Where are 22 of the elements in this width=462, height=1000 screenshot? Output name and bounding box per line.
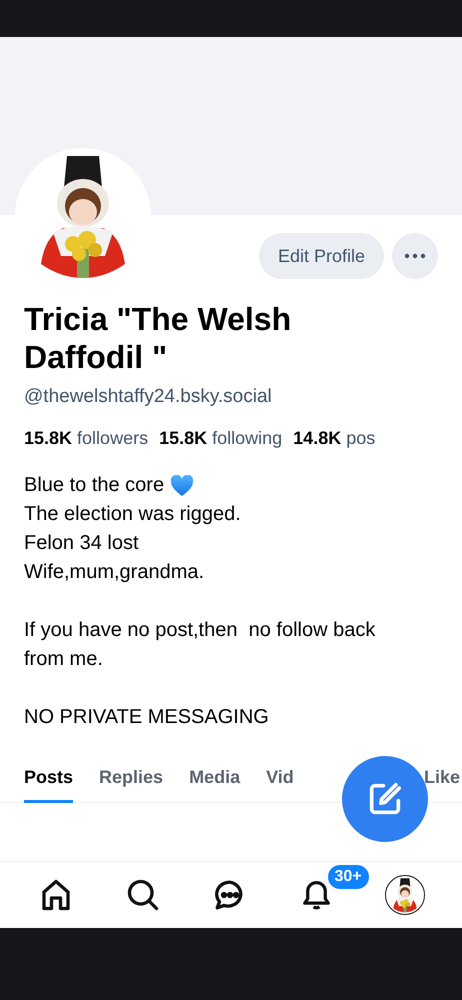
bio-text: Blue to the core bbox=[24, 473, 164, 498]
bell-icon[interactable] bbox=[302, 878, 330, 912]
bio-text: The election was rigged. bbox=[24, 502, 242, 527]
profile-tab[interactable]: Media bbox=[189, 759, 240, 803]
profile-tab[interactable]: Vid bbox=[266, 759, 294, 803]
profile-tab[interactable]: Replies bbox=[99, 759, 164, 803]
edit-profile-button[interactable]: Edit Profile bbox=[258, 233, 384, 279]
stat-link[interactable]: 15.8K followers bbox=[24, 428, 148, 449]
profile-handle: @thewelshtaffy24.bsky.social bbox=[24, 386, 273, 408]
bio-text: If you have no post,then no follow back from me. bbox=[24, 618, 376, 672]
bio-text: NO PRIVATE MESSAGING bbox=[24, 705, 270, 730]
stat-link[interactable]: 14.8K pos bbox=[293, 428, 376, 449]
bio-text: Felon 34 lost bbox=[24, 531, 140, 556]
stat-link[interactable]: 15.8K following bbox=[159, 428, 282, 449]
display-name: Tricia "The Welsh Daffodil " bbox=[24, 300, 292, 376]
avatar-drawing[interactable] bbox=[386, 876, 424, 914]
heart-icon bbox=[170, 474, 194, 496]
profile-tab[interactable]: Posts bbox=[24, 759, 74, 803]
notification-badge: 30+ bbox=[326, 862, 371, 890]
bio-text: Wife,mum,grandma. bbox=[24, 560, 206, 585]
profile-tab[interactable]: Like bbox=[424, 759, 460, 803]
more-icon bbox=[404, 253, 426, 259]
